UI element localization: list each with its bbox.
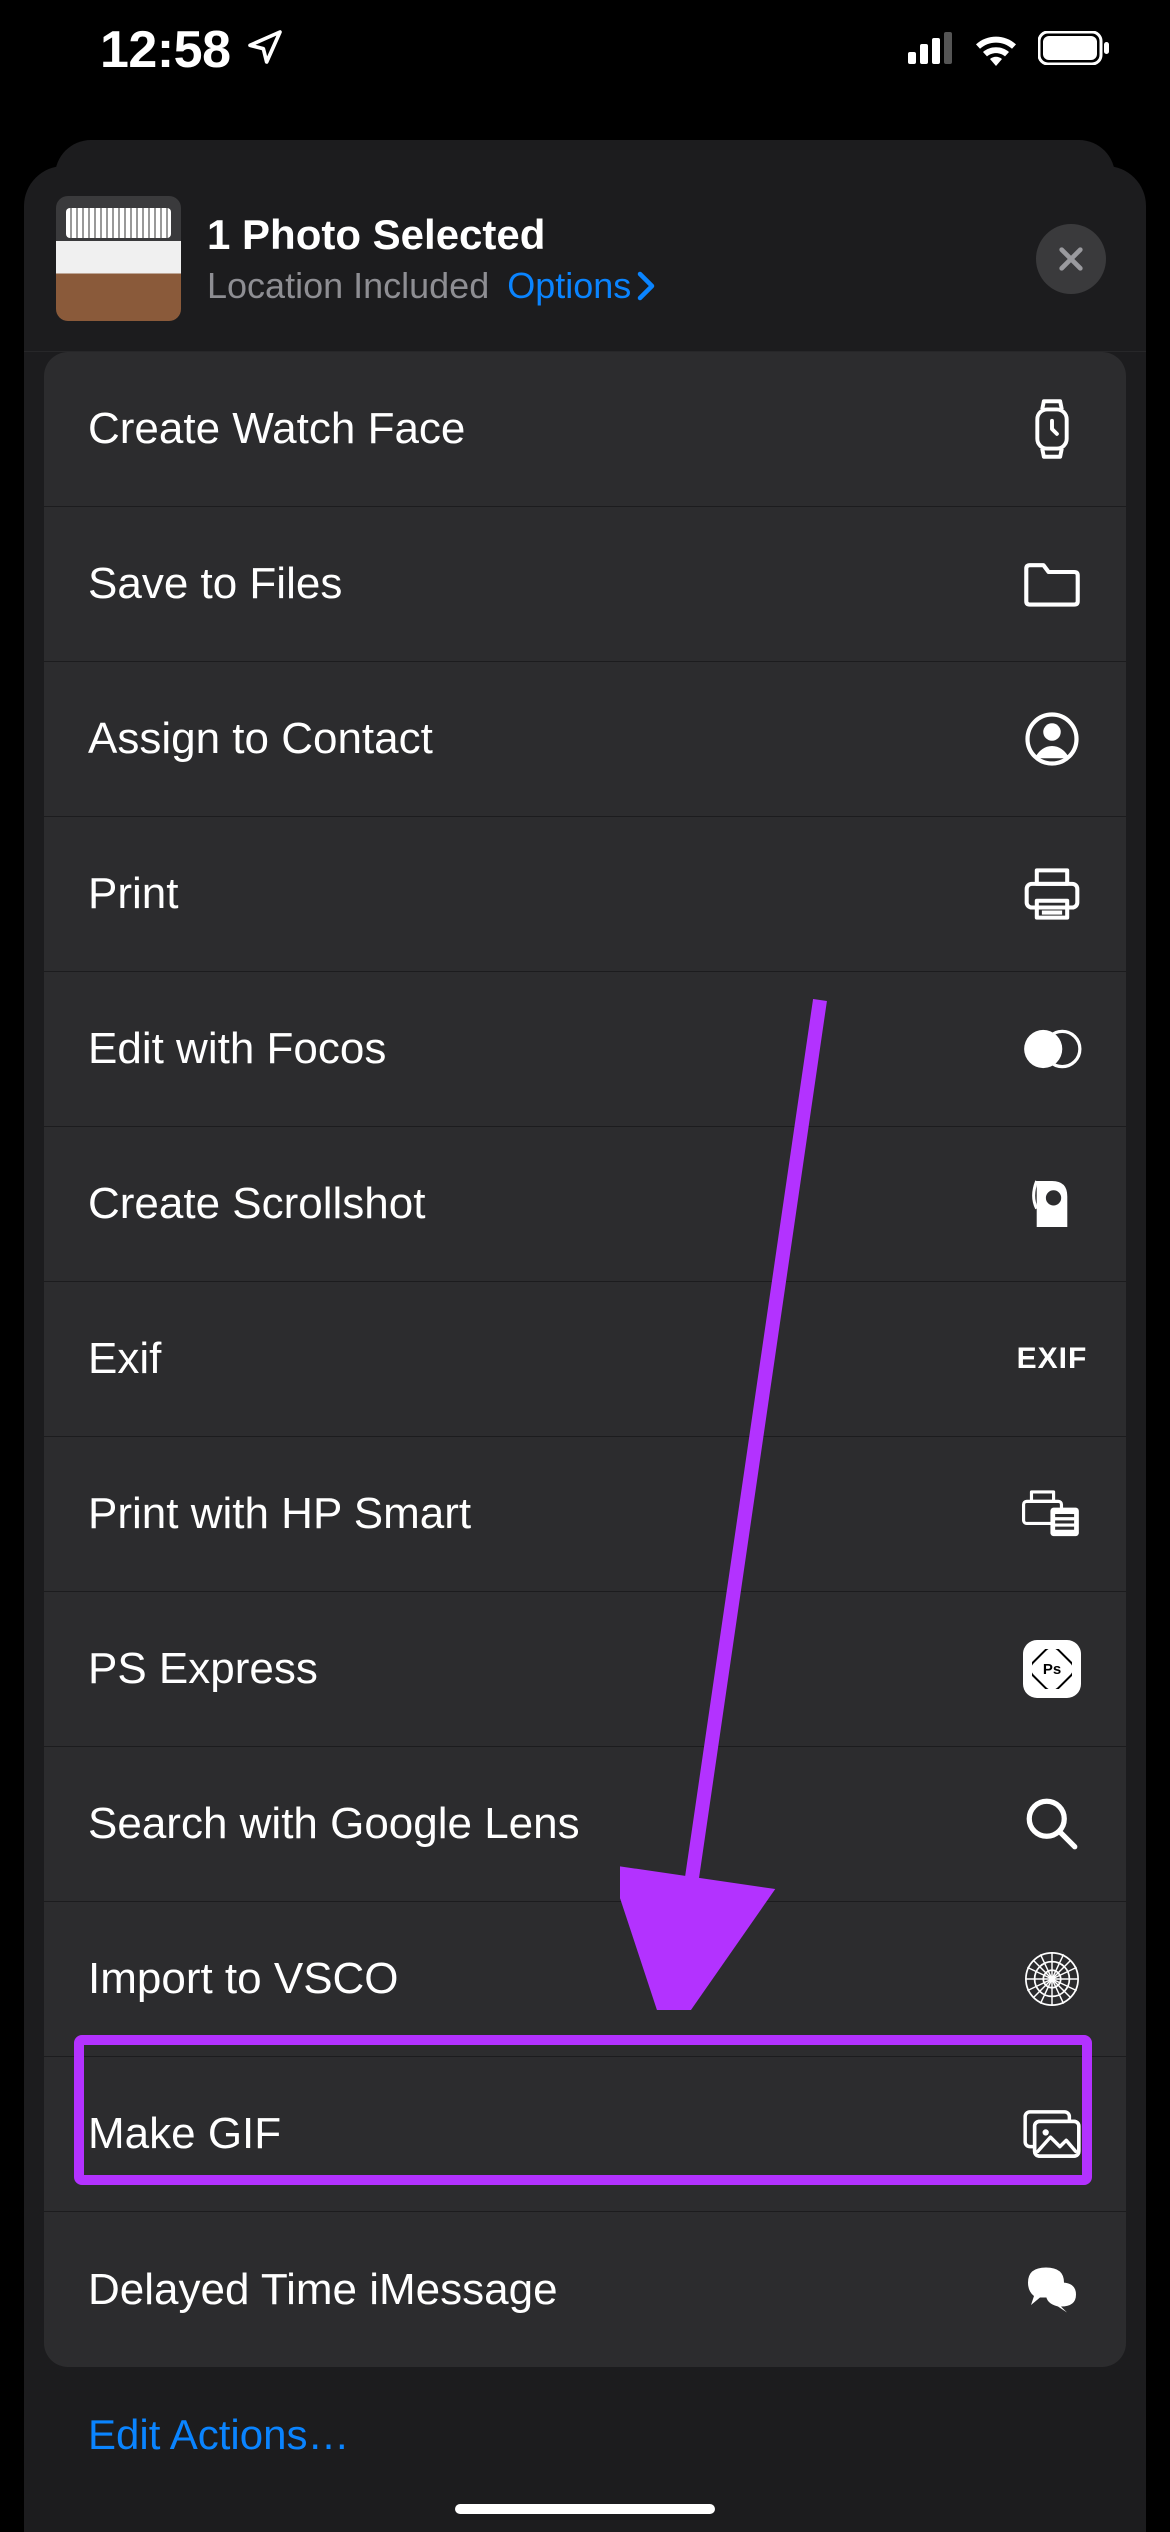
- action-label: Search with Google Lens: [88, 1799, 1022, 1849]
- action-exif[interactable]: Exif EXIF: [44, 1282, 1126, 1437]
- chevron-right-icon: [637, 271, 655, 301]
- action-label: Print: [88, 869, 1022, 919]
- share-sheet-header: 1 Photo Selected Location Included Optio…: [24, 166, 1146, 352]
- action-assign-to-contact[interactable]: Assign to Contact: [44, 662, 1126, 817]
- action-make-gif[interactable]: Make GIF: [44, 2057, 1126, 2212]
- action-label: PS Express: [88, 1644, 1022, 1694]
- selection-title: 1 Photo Selected: [207, 211, 1010, 259]
- contact-icon: [1022, 709, 1082, 769]
- action-edit-with-focos[interactable]: Edit with Focos: [44, 972, 1126, 1127]
- battery-icon: [1038, 31, 1110, 70]
- action-save-to-files[interactable]: Save to Files: [44, 507, 1126, 662]
- status-left: 12:58: [100, 20, 285, 80]
- action-ps-express[interactable]: PS Express Ps: [44, 1592, 1126, 1747]
- action-list: Create Watch Face Save to Files Assign t…: [44, 352, 1126, 2367]
- options-label: Options: [507, 265, 631, 307]
- action-label: Import to VSCO: [88, 1954, 1022, 2004]
- cellular-icon: [908, 32, 954, 69]
- action-label: Create Scrollshot: [88, 1179, 1022, 1229]
- action-label: Save to Files: [88, 559, 1022, 609]
- close-icon: [1055, 243, 1087, 275]
- hp-smart-icon: [1022, 1484, 1082, 1544]
- vsco-icon: [1022, 1949, 1082, 2009]
- action-create-watch-face[interactable]: Create Watch Face: [44, 352, 1126, 507]
- google-lens-icon: [1022, 1794, 1082, 1854]
- folder-icon: [1022, 554, 1082, 614]
- action-create-scrollshot[interactable]: Create Scrollshot: [44, 1127, 1126, 1282]
- action-label: Print with HP Smart: [88, 1489, 1022, 1539]
- location-included-label: Location Included: [207, 265, 489, 307]
- location-arrow-icon: [245, 20, 285, 80]
- action-label: Make GIF: [88, 2109, 1022, 2159]
- action-print[interactable]: Print: [44, 817, 1126, 972]
- focos-icon: [1022, 1019, 1082, 1079]
- action-google-lens[interactable]: Search with Google Lens: [44, 1747, 1126, 1902]
- home-indicator[interactable]: [455, 2504, 715, 2514]
- action-label: Delayed Time iMessage: [88, 2265, 1022, 2315]
- action-delayed-imessage[interactable]: Delayed Time iMessage: [44, 2212, 1126, 2367]
- action-label: Exif: [88, 1334, 1022, 1384]
- action-label: Create Watch Face: [88, 404, 1022, 454]
- make-gif-icon: [1022, 2104, 1082, 2164]
- status-bar: 12:58: [0, 0, 1170, 100]
- watch-icon: [1022, 399, 1082, 459]
- status-right: [908, 30, 1110, 71]
- edit-actions-button[interactable]: Edit Actions…: [24, 2367, 1146, 2459]
- header-text: 1 Photo Selected Location Included Optio…: [207, 211, 1010, 307]
- wifi-icon: [972, 30, 1020, 71]
- action-label: Assign to Contact: [88, 714, 1022, 764]
- scrollshot-icon: [1022, 1174, 1082, 1234]
- action-import-vsco[interactable]: Import to VSCO: [44, 1902, 1126, 2057]
- printer-icon: [1022, 864, 1082, 924]
- imessage-icon: [1022, 2260, 1082, 2320]
- svg-text:Ps: Ps: [1043, 1661, 1061, 1678]
- ps-express-icon: Ps: [1022, 1639, 1082, 1699]
- close-button[interactable]: [1036, 224, 1106, 294]
- exif-icon: EXIF: [1022, 1329, 1082, 1389]
- action-label: Edit with Focos: [88, 1024, 1022, 1074]
- status-time: 12:58: [100, 20, 231, 80]
- options-button[interactable]: Options: [507, 265, 655, 307]
- photo-thumbnail[interactable]: [56, 196, 181, 321]
- share-sheet: 1 Photo Selected Location Included Optio…: [24, 166, 1146, 2532]
- action-print-hp-smart[interactable]: Print with HP Smart: [44, 1437, 1126, 1592]
